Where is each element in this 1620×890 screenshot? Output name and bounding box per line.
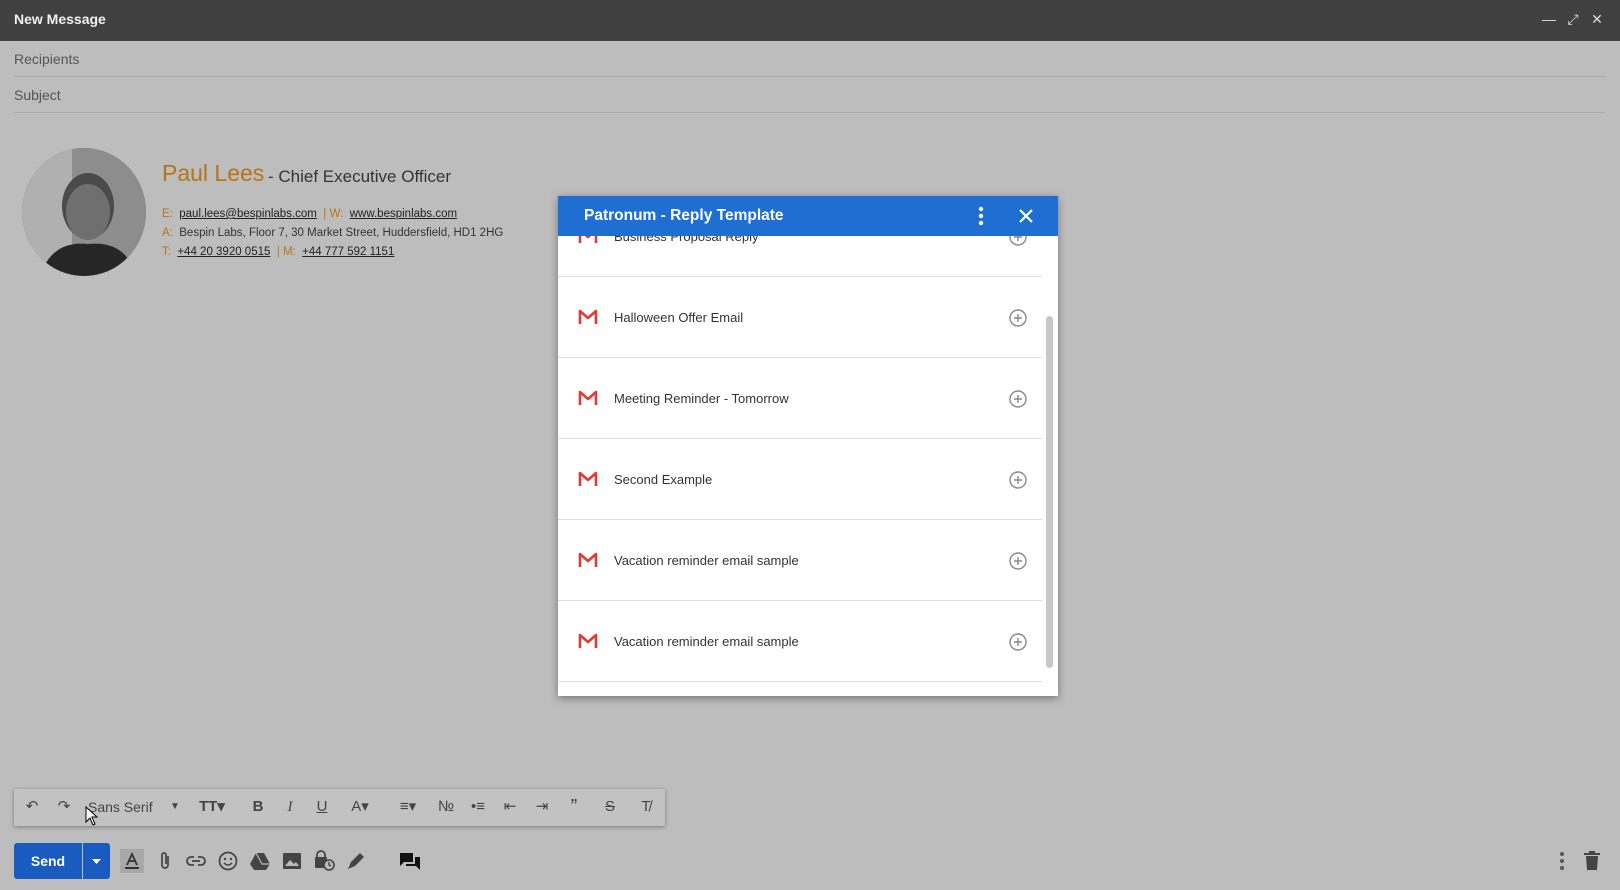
quote-icon[interactable]: ” bbox=[562, 795, 586, 819]
add-circle-icon[interactable] bbox=[1008, 551, 1028, 571]
subject-field[interactable]: Subject bbox=[14, 77, 1605, 113]
mouse-cursor-icon bbox=[85, 806, 99, 826]
strikethrough-icon[interactable]: S bbox=[598, 795, 622, 819]
formatting-options-icon[interactable] bbox=[120, 849, 144, 873]
address-label: A: bbox=[162, 227, 173, 239]
signature-tel-link[interactable]: +44 20 3920 0515 bbox=[177, 246, 270, 258]
numbered-list-icon[interactable]: № bbox=[434, 795, 458, 819]
gmail-icon bbox=[578, 552, 598, 567]
drive-icon[interactable] bbox=[248, 849, 272, 873]
align-icon[interactable]: ≡▾ bbox=[390, 795, 426, 819]
insert-photo-icon[interactable] bbox=[280, 849, 304, 873]
template-label: Business Proposal Reply bbox=[614, 236, 759, 244]
signature-email-link[interactable]: paul.lees@bespinlabs.com bbox=[179, 208, 317, 220]
signature-address: Bespin Labs, Floor 7, 30 Market Street, … bbox=[179, 227, 504, 239]
gmail-icon bbox=[578, 390, 598, 405]
delete-icon[interactable] bbox=[1580, 849, 1604, 873]
send-options-button[interactable] bbox=[83, 843, 110, 879]
web-label: | W: bbox=[323, 208, 344, 220]
dialog-close-icon[interactable] bbox=[1016, 206, 1036, 226]
gmail-icon bbox=[578, 471, 598, 486]
more-options-icon[interactable] bbox=[1550, 849, 1574, 873]
attach-icon[interactable] bbox=[153, 849, 177, 873]
signature-phone-line: T: +44 20 3920 0515 | M: +44 777 592 115… bbox=[162, 246, 394, 258]
window-title: New Message bbox=[14, 11, 106, 27]
tel-label: T: bbox=[162, 246, 171, 258]
undo-icon[interactable]: ↶ bbox=[20, 795, 44, 819]
gmail-icon bbox=[578, 236, 598, 243]
fullscreen-icon[interactable]: ⤢ bbox=[1564, 10, 1582, 28]
recipients-placeholder: Recipients bbox=[14, 51, 80, 67]
italic-icon[interactable]: I bbox=[278, 795, 302, 819]
add-circle-icon[interactable] bbox=[1008, 470, 1028, 490]
minimize-icon[interactable]: — bbox=[1540, 10, 1558, 28]
bulleted-list-icon[interactable]: •≡ bbox=[466, 795, 490, 819]
gmail-icon bbox=[578, 309, 598, 324]
signature-name: Paul Lees bbox=[162, 160, 265, 186]
email-label: E: bbox=[162, 208, 173, 220]
signature-contact-line: E: paul.lees@bespinlabs.com | W: www.bes… bbox=[162, 208, 457, 220]
dialog-header: Patronum - Reply Template bbox=[558, 196, 1058, 236]
signature-web-link[interactable]: www.bespinlabs.com bbox=[350, 208, 457, 220]
chevron-down-icon: ▼ bbox=[170, 801, 180, 812]
add-circle-icon[interactable] bbox=[1008, 308, 1028, 328]
template-item[interactable]: Halloween Offer Email bbox=[558, 277, 1042, 358]
chevron-down-icon bbox=[92, 859, 101, 864]
template-item[interactable]: Business Proposal Reply bbox=[558, 236, 1042, 277]
template-item[interactable]: Second Example bbox=[558, 439, 1042, 520]
formatting-toolbar: ↶ ↷ Sans Serif ▼ TT▾ B I U A▾ ≡▾ № •≡ ⇤ … bbox=[14, 789, 665, 826]
template-item[interactable]: Vacation reminder email sample bbox=[558, 601, 1042, 682]
font-size-icon[interactable]: TT▾ bbox=[194, 795, 230, 819]
template-label: Second Example bbox=[614, 472, 713, 487]
indent-more-icon[interactable]: ⇥ bbox=[530, 795, 554, 819]
remove-formatting-icon[interactable]: T̸ bbox=[634, 795, 658, 819]
indent-less-icon[interactable]: ⇤ bbox=[498, 795, 522, 819]
text-color-icon[interactable]: A▾ bbox=[342, 795, 378, 819]
template-label: Vacation reminder email sample bbox=[614, 634, 799, 649]
signature-mobile-link[interactable]: +44 777 592 1151 bbox=[302, 246, 394, 258]
template-label: Halloween Offer Email bbox=[614, 310, 744, 325]
reply-template-dialog: Patronum - Reply Template Business Propo… bbox=[558, 196, 1058, 696]
send-button[interactable]: Send bbox=[14, 843, 82, 879]
signature-pen-icon[interactable] bbox=[344, 849, 368, 873]
signature-address-line: A: Bespin Labs, Floor 7, 30 Market Stree… bbox=[162, 227, 503, 239]
template-list[interactable]: Business Proposal Reply Halloween Offer … bbox=[558, 236, 1058, 696]
mobile-label: | M: bbox=[276, 246, 296, 258]
add-circle-icon[interactable] bbox=[1008, 236, 1028, 247]
underline-icon[interactable]: U bbox=[310, 795, 334, 819]
bold-icon[interactable]: B bbox=[246, 795, 270, 819]
recipients-field[interactable]: Recipients bbox=[14, 41, 1605, 77]
template-item[interactable]: Vacation reminder email sample bbox=[558, 520, 1042, 601]
template-item[interactable]: Meeting Reminder - Tomorrow bbox=[558, 358, 1042, 439]
dialog-title: Patronum - Reply Template bbox=[584, 207, 784, 224]
compose-title-bar: New Message — ⤢ ✕ bbox=[0, 0, 1620, 41]
signature-role: - Chief Executive Officer bbox=[268, 167, 451, 186]
gmail-icon bbox=[578, 633, 598, 648]
add-circle-icon[interactable] bbox=[1008, 389, 1028, 409]
template-list-scrollbar[interactable] bbox=[1046, 316, 1053, 668]
confidential-mode-icon[interactable] bbox=[312, 849, 336, 873]
more-vert-icon[interactable] bbox=[976, 204, 986, 228]
link-icon[interactable] bbox=[184, 849, 208, 873]
redo-icon[interactable]: ↷ bbox=[52, 795, 76, 819]
templates-chat-icon[interactable] bbox=[398, 849, 422, 873]
signature-avatar bbox=[22, 148, 146, 276]
emoji-icon[interactable] bbox=[216, 849, 240, 873]
add-circle-icon[interactable] bbox=[1008, 632, 1028, 652]
font-family-select[interactable]: Sans Serif ▼ bbox=[88, 795, 180, 819]
template-label: Vacation reminder email sample bbox=[614, 553, 799, 568]
close-icon[interactable]: ✕ bbox=[1588, 10, 1606, 28]
subject-placeholder: Subject bbox=[14, 87, 61, 103]
template-label: Meeting Reminder - Tomorrow bbox=[614, 391, 789, 406]
